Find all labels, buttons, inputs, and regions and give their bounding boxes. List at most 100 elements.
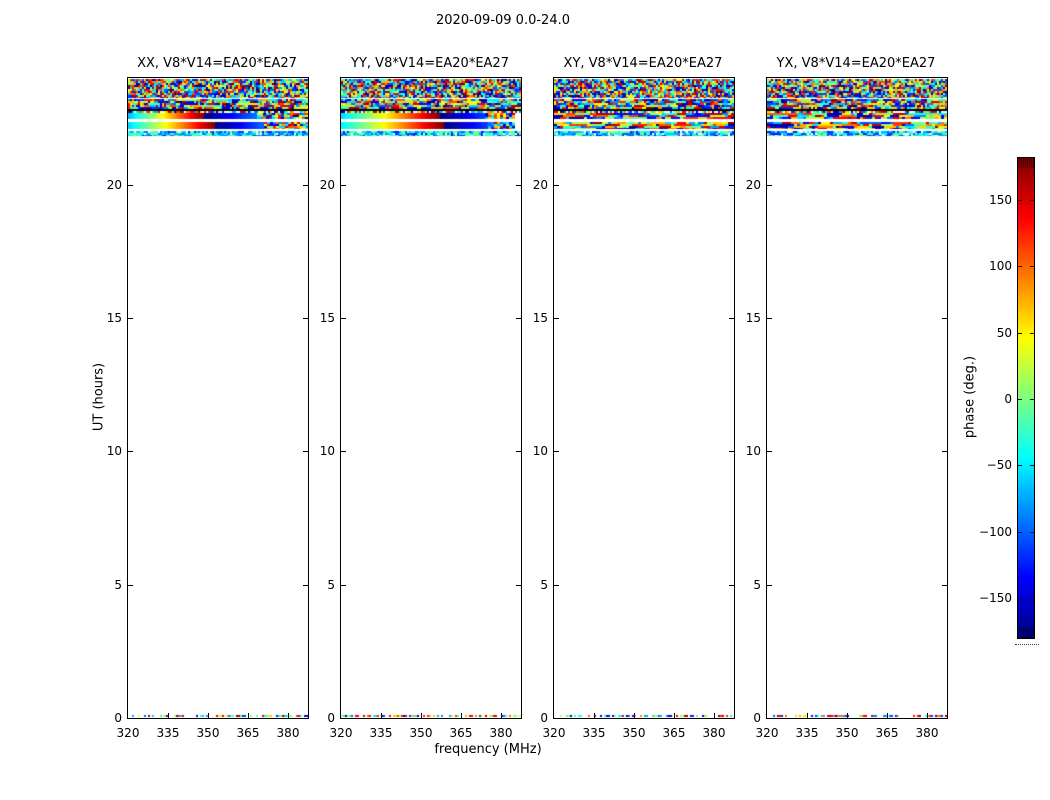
xtick-mark <box>674 713 675 718</box>
colorbar-tick-mark <box>1018 465 1022 466</box>
xtick-label: 335 <box>369 726 393 740</box>
xtick-mark <box>501 713 502 718</box>
panel-yx-heatmap <box>767 78 947 718</box>
ytick-mark <box>942 185 947 186</box>
panel-yy-frame <box>340 77 522 719</box>
panel-yx-frame <box>766 77 948 719</box>
xtick-label: 365 <box>662 726 686 740</box>
xtick-mark <box>421 713 422 718</box>
ytick-mark <box>942 585 947 586</box>
colorbar-tick-mark <box>1030 465 1034 466</box>
xtick-mark <box>168 713 169 718</box>
xtick-label: 365 <box>449 726 473 740</box>
xtick-label: 365 <box>875 726 899 740</box>
colorbar <box>1018 158 1034 638</box>
xtick-label: 365 <box>236 726 260 740</box>
panel-title-yx: YX, V8*V14=EA20*EA27 <box>776 56 936 71</box>
xtick-label: 335 <box>156 726 180 740</box>
xtick-label: 350 <box>409 726 433 740</box>
panel-title-yy: YY, V8*V14=EA20*EA27 <box>351 56 509 71</box>
colorbar-label: phase (deg.) <box>962 355 978 439</box>
colorbar-tick-label: 150 <box>989 193 1012 207</box>
ytick-mark <box>554 318 559 319</box>
ytick-mark <box>128 318 133 319</box>
xtick-mark <box>927 713 928 718</box>
ytick-mark <box>554 585 559 586</box>
panel-title-xx: XX, V8*V14=EA20*EA27 <box>137 56 297 71</box>
ytick-label: 20 <box>319 178 335 192</box>
ytick-label: 5 <box>753 578 761 592</box>
colorbar-tick-label: 50 <box>996 326 1012 340</box>
ytick-mark <box>128 451 133 452</box>
xtick-label: 320 <box>755 726 779 740</box>
colorbar-tick-mark <box>1030 200 1034 201</box>
panel-xx-frame <box>127 77 309 719</box>
ytick-label: 0 <box>540 711 548 725</box>
colorbar-tick-mark <box>1018 200 1022 201</box>
ytick-label: 15 <box>532 311 548 325</box>
panel-title-xy: XY, V8*V14=EA20*EA27 <box>563 56 723 71</box>
ytick-mark <box>942 318 947 319</box>
colorbar-tick-mark <box>1030 266 1034 267</box>
ytick-mark <box>767 451 772 452</box>
ytick-mark <box>942 451 947 452</box>
xtick-label: 380 <box>489 726 513 740</box>
ytick-mark <box>341 318 346 319</box>
colorbar-dotted-edge <box>1015 644 1039 645</box>
ytick-mark <box>341 451 346 452</box>
colorbar-tick-mark <box>1018 399 1022 400</box>
xtick-label: 350 <box>196 726 220 740</box>
colorbar-tick-label: −50 <box>986 458 1012 472</box>
ytick-mark <box>554 451 559 452</box>
panel-xy-heatmap <box>554 78 734 718</box>
xtick-label: 350 <box>835 726 859 740</box>
ytick-label: 20 <box>745 178 761 192</box>
ytick-label: 0 <box>327 711 335 725</box>
colorbar-tick-label: 100 <box>989 259 1012 273</box>
panel-yy-heatmap <box>341 78 521 718</box>
colorbar-tick-mark <box>1030 598 1034 599</box>
ytick-label: 10 <box>745 444 761 458</box>
panel-xy-frame <box>553 77 735 719</box>
xtick-label: 380 <box>276 726 300 740</box>
ytick-mark <box>128 585 133 586</box>
xtick-mark <box>288 713 289 718</box>
colorbar-tick-mark <box>1018 333 1022 334</box>
ytick-label: 20 <box>532 178 548 192</box>
xtick-label: 320 <box>329 726 353 740</box>
ytick-mark <box>341 185 346 186</box>
xtick-label: 320 <box>542 726 566 740</box>
figure: 2020-09-09 0.0-24.0 XX, V8*V14=EA20*EA27… <box>0 0 1050 800</box>
ytick-mark <box>767 185 772 186</box>
xtick-label: 350 <box>622 726 646 740</box>
xtick-mark <box>887 713 888 718</box>
colorbar-tick-mark <box>1030 333 1034 334</box>
xtick-mark <box>714 713 715 718</box>
colorbar-tick-mark <box>1018 532 1022 533</box>
panels-container: XX, V8*V14=EA20*EA27 0 5 10 15 20 320 335 350 365… <box>0 0 1050 800</box>
xtick-label: 335 <box>582 726 606 740</box>
colorbar-tick-mark <box>1018 598 1022 599</box>
xtick-mark <box>208 713 209 718</box>
ytick-mark <box>767 318 772 319</box>
ytick-label: 0 <box>753 711 761 725</box>
colorbar-tick-mark <box>1018 266 1022 267</box>
colorbar-frame <box>1017 157 1035 639</box>
ytick-mark <box>767 585 772 586</box>
ytick-label: 5 <box>114 578 122 592</box>
xtick-mark <box>461 713 462 718</box>
ytick-label: 15 <box>106 311 122 325</box>
ytick-label: 5 <box>540 578 548 592</box>
xtick-mark <box>594 713 595 718</box>
colorbar-tick-label: −100 <box>979 525 1012 539</box>
colorbar-tick-mark <box>1030 399 1034 400</box>
panel-xx-heatmap <box>128 78 308 718</box>
xtick-mark <box>381 713 382 718</box>
ytick-mark <box>128 185 133 186</box>
ytick-mark <box>341 585 346 586</box>
xtick-label: 335 <box>795 726 819 740</box>
xtick-mark <box>847 713 848 718</box>
y-axis-label: UT (hours) <box>91 362 107 432</box>
xtick-mark <box>248 713 249 718</box>
ytick-label: 20 <box>106 178 122 192</box>
